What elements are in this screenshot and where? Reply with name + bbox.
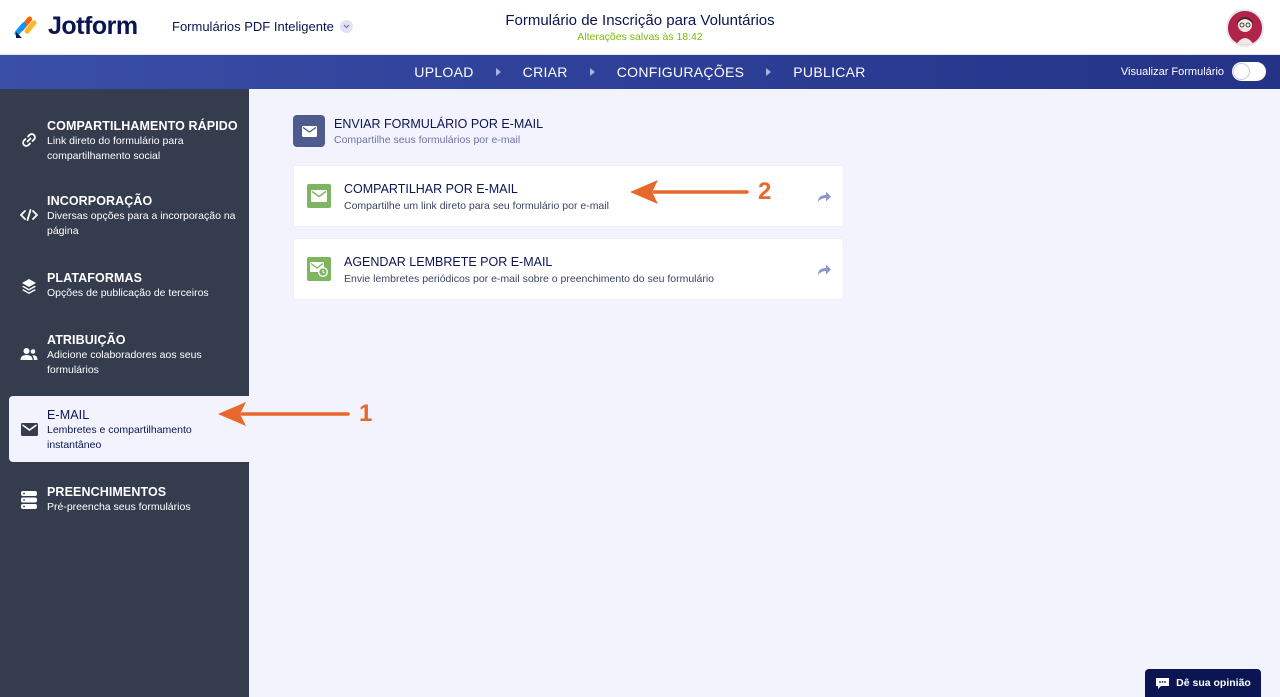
brand-name: Jotform bbox=[48, 12, 138, 40]
saved-status: Alterações salvas às 18:42 bbox=[577, 31, 703, 43]
sidebar-item-plataformas[interactable]: PLATAFORMAS Opções de publicação de terc… bbox=[0, 267, 249, 309]
product-switcher-label: Formulários PDF Inteligente bbox=[172, 19, 334, 34]
card-title: AGENDAR LEMBRETE POR E-MAIL bbox=[344, 255, 553, 269]
card-description: Compartilhe um link direto para seu form… bbox=[344, 200, 609, 212]
form-title-block: Formulário de Inscrição para Voluntários… bbox=[440, 12, 840, 43]
product-switcher[interactable]: Formulários PDF Inteligente bbox=[172, 19, 353, 34]
sidebar-item-desc: Link direto do formulário para compartil… bbox=[47, 135, 184, 162]
toggle-knob bbox=[1234, 64, 1249, 79]
sidebar-item-desc: Opções de publicação de terceiros bbox=[47, 287, 209, 299]
card-title: COMPARTILHAR POR E-MAIL bbox=[344, 182, 518, 196]
preview-form-control: Visualizar Formulário bbox=[1121, 62, 1266, 81]
share-arrow-icon[interactable] bbox=[815, 188, 833, 206]
envelope-icon bbox=[293, 115, 325, 147]
sidebar-item-incorporacao[interactable]: INCORPORAÇÃO Diversas opções para a inco… bbox=[0, 190, 249, 246]
publish-sidebar: COMPARTILHAMENTO RÁPIDO Link direto do f… bbox=[0, 89, 249, 697]
sidebar-item-title: PLATAFORMAS bbox=[47, 271, 143, 285]
code-icon bbox=[20, 206, 38, 224]
jotform-logo[interactable]: Jotform bbox=[14, 12, 138, 41]
step-configuracoes[interactable]: CONFIGURAÇÕES bbox=[617, 64, 745, 80]
sidebar-item-desc: Adicione colaboradores aos seus formulár… bbox=[47, 349, 202, 376]
step-criar[interactable]: CRIAR bbox=[523, 64, 568, 80]
wizard-nav-bar: UPLOAD CRIAR CONFIGURAÇÕES PUBLICAR Visu… bbox=[0, 55, 1280, 89]
annotation-label-2: 2 bbox=[758, 178, 772, 205]
preview-form-label: Visualizar Formulário bbox=[1120, 65, 1224, 78]
top-header: Jotform Formulários PDF Inteligente Form… bbox=[0, 0, 1280, 55]
preview-form-toggle[interactable] bbox=[1232, 62, 1266, 81]
sidebar-item-title: INCORPORAÇÃO bbox=[47, 194, 153, 208]
sidebar-item-title: PREENCHIMENTOS bbox=[47, 485, 167, 499]
database-icon bbox=[20, 491, 38, 509]
envelope-icon bbox=[20, 420, 38, 438]
card-description: Envie lembretes periódicos por e-mail so… bbox=[344, 273, 715, 285]
step-separator-icon bbox=[766, 68, 772, 76]
jotform-logo-icon bbox=[14, 16, 37, 38]
feedback-button[interactable]: Dê sua opinião bbox=[1145, 669, 1261, 697]
sidebar-item-title: COMPARTILHAMENTO RÁPIDO bbox=[47, 119, 238, 133]
layers-icon bbox=[20, 277, 38, 295]
annotation-label-1: 1 bbox=[359, 400, 373, 427]
feedback-label: Dê sua opinião bbox=[1176, 677, 1251, 689]
users-icon bbox=[20, 345, 38, 363]
step-upload[interactable]: UPLOAD bbox=[414, 64, 473, 80]
form-title[interactable]: Formulário de Inscrição para Voluntários bbox=[440, 12, 840, 29]
link-icon bbox=[20, 131, 38, 149]
envelope-clock-icon bbox=[307, 257, 331, 281]
chevron-down-icon bbox=[339, 20, 353, 33]
chat-icon bbox=[1156, 677, 1170, 689]
schedule-email-reminder-card[interactable]: AGENDAR LEMBRETE POR E-MAIL Envie lembre… bbox=[293, 238, 844, 300]
sidebar-item-email[interactable]: E-MAIL Lembretes e compartilhamento inst… bbox=[9, 396, 249, 462]
step-separator-icon bbox=[589, 68, 595, 76]
step-separator-icon bbox=[495, 68, 501, 76]
annotation-arrow-2 bbox=[630, 180, 749, 204]
step-publicar[interactable]: PUBLICAR bbox=[793, 64, 865, 80]
sidebar-item-preenchimentos[interactable]: PREENCHIMENTOS Pré-preencha seus formulá… bbox=[0, 483, 249, 525]
annotation-arrow-1 bbox=[218, 402, 350, 426]
section-subtitle: Compartilhe seus formulários por e-mail bbox=[334, 134, 521, 146]
sidebar-item-title: ATRIBUIÇÃO bbox=[47, 333, 126, 347]
user-avatar-icon[interactable] bbox=[1226, 9, 1264, 47]
section-title: ENVIAR FORMULÁRIO POR E-MAIL bbox=[334, 117, 544, 131]
share-arrow-icon[interactable] bbox=[815, 261, 833, 279]
sidebar-item-desc: Diversas opções para a incorporação na p… bbox=[47, 210, 236, 237]
envelope-icon bbox=[307, 184, 331, 208]
sidebar-item-desc: Pré-preencha seus formulários bbox=[47, 501, 191, 513]
wizard-steps: UPLOAD CRIAR CONFIGURAÇÕES PUBLICAR bbox=[0, 55, 1280, 89]
sidebar-item-title: E-MAIL bbox=[47, 408, 90, 422]
sidebar-item-compartilhamento-rapido[interactable]: COMPARTILHAMENTO RÁPIDO Link direto do f… bbox=[0, 115, 249, 171]
sidebar-item-atribuicao[interactable]: ATRIBUIÇÃO Adicione colaboradores aos se… bbox=[0, 329, 249, 385]
